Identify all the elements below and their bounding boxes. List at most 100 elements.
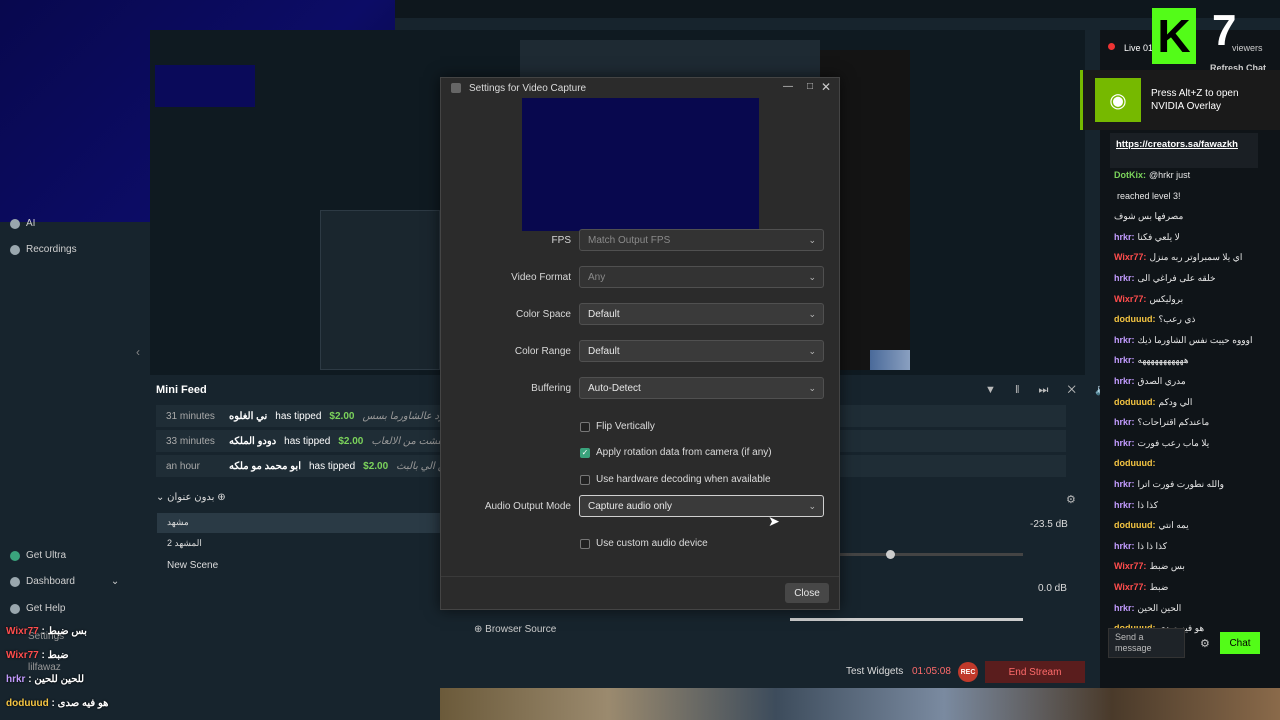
source-browser[interactable]: ⊕ Browser Source: [474, 624, 556, 635]
chat-message: hrkr: مدري الصدق: [1114, 376, 1186, 387]
color-space-value: Default: [588, 308, 620, 320]
pinned-link[interactable]: https://creators.sa/fawazkh: [1110, 133, 1258, 168]
chat-username[interactable]: hrkr:: [1114, 273, 1135, 283]
close-icon[interactable]: ✕: [821, 80, 831, 94]
checkbox-box[interactable]: [580, 538, 590, 549]
chat-username[interactable]: Wixr77:: [1114, 294, 1146, 304]
audio-output-mode-value: Capture audio only: [588, 500, 672, 512]
left-navigation: [0, 222, 135, 688]
chat-message: reached level 3!: [1114, 191, 1181, 201]
buffering-select[interactable]: Auto-Detect ⌄: [579, 377, 824, 399]
close-button[interactable]: Close: [785, 583, 829, 603]
color-range-label: Color Range: [514, 346, 571, 357]
hardware-decoding-checkbox[interactable]: Use hardware decoding when available: [580, 474, 771, 485]
nav-label: Get Help: [26, 603, 66, 614]
nav-item-dashboard[interactable]: Dashboard ⌄: [10, 576, 119, 587]
mouse-cursor: ➤: [768, 513, 780, 529]
overlay-username: doduuud: [6, 698, 49, 709]
feed-time: an hour: [166, 460, 200, 472]
chat-username[interactable]: Wixr77:: [1114, 582, 1146, 592]
checkbox-box[interactable]: [580, 474, 590, 485]
chat-text: بس ضبط: [1149, 561, 1185, 572]
scene-item-active[interactable]: مشهد: [157, 513, 440, 533]
nvidia-overlay-toast[interactable]: ◉ Press Alt+Z to open NVIDIA Overlay: [1080, 70, 1280, 130]
chat-username[interactable]: doduuud:: [1114, 397, 1155, 407]
obs-icon: [451, 83, 461, 93]
chat-message: hrkr: كذا ذا: [1114, 500, 1158, 511]
nav-item-get-ultra[interactable]: Get Ultra: [10, 550, 66, 561]
fps-value: Match Output FPS: [588, 234, 671, 246]
chat-message: hrkr: لا يلعي فكنا: [1114, 232, 1180, 243]
chat-username[interactable]: hrkr:: [1114, 500, 1135, 510]
color-space-select[interactable]: Default ⌄: [579, 303, 824, 325]
nav-label: Recordings: [26, 244, 77, 255]
chat-message: مصرفها بس شوف: [1114, 211, 1186, 222]
flip-vertically-checkbox[interactable]: Flip Vertically: [580, 421, 655, 432]
maximize-icon[interactable]: □: [807, 81, 813, 92]
scene-collection-title[interactable]: ⌄ بدون عنوان ⊕: [156, 492, 226, 503]
scene-item[interactable]: المشهد 2: [167, 538, 202, 549]
video-format-value: Any: [588, 271, 606, 283]
kick-logo: K: [1152, 8, 1196, 64]
chat-username[interactable]: hrkr:: [1114, 603, 1135, 613]
chat-username[interactable]: hrkr:: [1114, 355, 1135, 365]
chevron-down-icon: ⌄: [808, 272, 816, 282]
nav-item-ai[interactable]: AI: [10, 218, 35, 229]
color-range-select[interactable]: Default ⌄: [579, 340, 824, 362]
chat-username[interactable]: hrkr:: [1114, 417, 1135, 427]
chat-username[interactable]: doduuud:: [1114, 520, 1155, 530]
chat-username[interactable]: doduuud:: [1114, 458, 1155, 468]
chat-message: hrkr: هههههههههههه: [1114, 355, 1189, 366]
rec-button[interactable]: REC: [958, 662, 978, 682]
custom-audio-device-checkbox[interactable]: Use custom audio device: [580, 538, 708, 549]
chat-input[interactable]: Send a message: [1108, 628, 1185, 658]
chat-username[interactable]: hrkr:: [1114, 479, 1135, 489]
scene-item[interactable]: New Scene: [167, 560, 218, 571]
nav-label: AI: [26, 218, 36, 229]
dialog-title-bar: Settings for Video Capture — □ ✕: [441, 78, 839, 98]
end-stream-button[interactable]: End Stream: [985, 661, 1085, 683]
chat-settings-icon[interactable]: ⚙: [1200, 637, 1210, 650]
feed-action: has tipped: [275, 410, 322, 422]
live-dot-icon: [1108, 43, 1115, 50]
chat-username[interactable]: DotKix:: [1114, 170, 1146, 180]
feed-action: has tipped: [308, 460, 356, 472]
nav-item-get-help[interactable]: Get Help: [10, 603, 65, 614]
chat-username[interactable]: doduuud:: [1114, 314, 1155, 324]
game-backdrop: [440, 688, 1280, 720]
feed-controls[interactable]: ▼ ‖ ⏭ ✕ 🔊: [985, 383, 1117, 397]
video-format-select[interactable]: Any ⌄: [579, 266, 824, 288]
checkbox-box[interactable]: ✓: [580, 447, 590, 458]
preview-capture: [155, 65, 255, 107]
feed-amount: $2.00: [329, 410, 355, 422]
chat-username[interactable]: hrkr:: [1114, 541, 1135, 551]
chat-send-button[interactable]: Chat: [1220, 632, 1260, 654]
chat-username[interactable]: Wixr77:: [1114, 252, 1146, 262]
color-range-value: Default: [588, 345, 620, 357]
checkbox-box[interactable]: [580, 421, 590, 432]
fps-select[interactable]: Match Output FPS ⌄: [579, 229, 824, 251]
chat-username[interactable]: hrkr:: [1114, 438, 1135, 448]
apply-rotation-checkbox[interactable]: ✓ Apply rotation data from camera (if any…: [580, 447, 772, 458]
chat-username[interactable]: hrkr:: [1114, 376, 1135, 386]
fps-label: FPS: [551, 235, 571, 246]
audio-slider-1[interactable]: [838, 550, 1023, 559]
minimize-icon[interactable]: —: [783, 81, 793, 92]
audio-level-1: -23.5 dB: [1030, 519, 1068, 530]
audio-level-2: 0.0 dB: [1038, 583, 1067, 594]
chat-username[interactable]: hrkr:: [1114, 232, 1135, 242]
audio-output-mode-select[interactable]: Capture audio only ⌄: [579, 495, 824, 517]
chat-text: خلقه على فراغي الى: [1137, 273, 1216, 283]
audio-slider-2[interactable]: [790, 618, 1023, 621]
test-widgets-button[interactable]: Test Widgets: [846, 666, 903, 677]
chat-username[interactable]: hrkr:: [1114, 335, 1135, 345]
chat-text: كذا ذا: [1137, 499, 1159, 510]
nvidia-text: Press Alt+Z to open NVIDIA Overlay: [1151, 88, 1239, 112]
chat-username[interactable]: Wixr77:: [1114, 561, 1146, 571]
chat-text: يمه انتي: [1158, 520, 1189, 531]
gear-icon[interactable]: ⚙: [1066, 493, 1076, 506]
slider-handle[interactable]: [886, 550, 895, 559]
nav-item-recordings[interactable]: Recordings: [10, 244, 77, 255]
source-label: Browser Source: [485, 624, 557, 635]
collapse-left-icon[interactable]: ‹: [136, 345, 140, 359]
